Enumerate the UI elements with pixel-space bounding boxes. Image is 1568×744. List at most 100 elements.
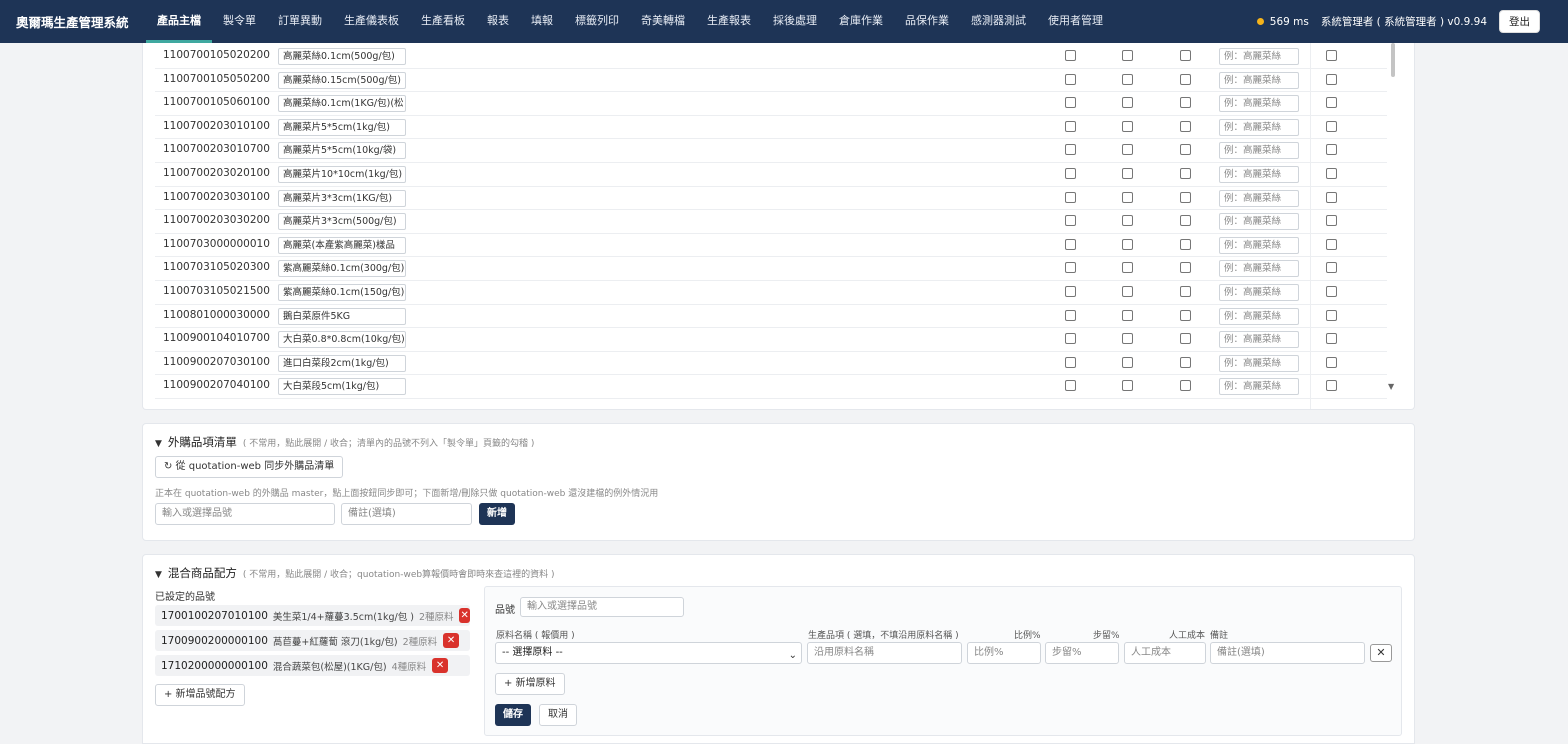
product-name-input[interactable]: 大白菜0.8*0.8cm(10kg/包)	[278, 331, 406, 349]
menu-post-harvest[interactable]: 採後處理	[762, 0, 828, 43]
product-name-input[interactable]: 大白菜段5cm(1kg/包)	[278, 378, 406, 396]
row-checkbox-1[interactable]	[1065, 168, 1076, 179]
row-checkbox-3[interactable]	[1180, 191, 1191, 203]
row-checkbox-3[interactable]	[1180, 215, 1191, 227]
example-name-input[interactable]: 例：高麗菜絲	[1219, 213, 1299, 231]
product-name-input[interactable]: 高麗菜片3*3cm(500g/包)	[278, 213, 406, 231]
external-item-input[interactable]: 輸入或選擇品號	[155, 503, 335, 525]
row-checkbox-1[interactable]	[1065, 50, 1076, 61]
row-checkbox-3[interactable]	[1180, 333, 1191, 345]
row-checkbox-1[interactable]	[1065, 238, 1076, 250]
product-name-input[interactable]: 高麗菜片3*3cm(1KG/包)	[278, 189, 406, 207]
delete-formula-button[interactable]: ✕	[443, 633, 460, 648]
row-checkbox-4[interactable]	[1326, 380, 1337, 392]
scroll-down-icon[interactable]: ▼	[1388, 382, 1394, 391]
product-name-input[interactable]: 高麗菜絲0.1cm(500g/包)	[278, 48, 406, 65]
table-scrollbar[interactable]	[1391, 43, 1395, 77]
row-checkbox-4[interactable]	[1326, 238, 1337, 250]
menu-fill-report[interactable]: 填報	[520, 0, 564, 43]
example-name-input[interactable]: 例：高麗菜絲	[1219, 71, 1299, 89]
product-name-input[interactable]: 鵝白菜原件5KG	[278, 307, 406, 325]
row-checkbox-2[interactable]	[1122, 238, 1133, 250]
row-checkbox-2[interactable]	[1122, 333, 1133, 345]
row-checkbox-1[interactable]	[1065, 191, 1076, 203]
row-checkbox-1[interactable]	[1065, 215, 1076, 227]
external-section-toggle[interactable]: ▼ 外購品項清單 ( 不常用，點此展開 / 收合；清單內的品號不列入「製令單」頁…	[155, 434, 534, 450]
formula-item[interactable]: 1700900200000100 萵苣蔓+紅蘿蔔 滾刀(1kg/包) 2種原料 …	[155, 630, 470, 651]
product-name-input[interactable]: 高麗菜片5*5cm(10kg/袋)	[278, 142, 406, 160]
example-name-input[interactable]: 例：高麗菜絲	[1219, 166, 1299, 183]
row-checkbox-4[interactable]	[1326, 73, 1337, 85]
save-button[interactable]: 儲存	[495, 704, 531, 726]
example-name-input[interactable]: 例：高麗菜絲	[1219, 95, 1299, 113]
remark-input[interactable]: 備註(選填)	[1210, 642, 1365, 664]
row-checkbox-2[interactable]	[1122, 286, 1133, 297]
row-checkbox-2[interactable]	[1122, 50, 1133, 61]
example-name-input[interactable]: 例：高麗菜絲	[1219, 378, 1299, 396]
example-name-input[interactable]: 例：高麗菜絲	[1219, 48, 1299, 65]
formula-item[interactable]: 1710200000000100 混合蔬菜包(松屋)(1KG/包) 4種原料 ✕	[155, 655, 470, 676]
menu-chimei-convert[interactable]: 奇美轉檔	[630, 0, 696, 43]
row-checkbox-2[interactable]	[1122, 120, 1133, 132]
add-material-button[interactable]: + 新增原料	[495, 673, 565, 695]
row-checkbox-4[interactable]	[1326, 97, 1337, 109]
row-checkbox-1[interactable]	[1065, 356, 1076, 368]
product-name-input[interactable]: 高麗菜片5*5cm(1kg/包)	[278, 118, 406, 136]
menu-dashboard[interactable]: 生產儀表板	[333, 0, 410, 43]
external-add-button[interactable]: 新增	[479, 503, 515, 525]
row-checkbox-3[interactable]	[1180, 356, 1191, 368]
row-checkbox-4[interactable]	[1326, 262, 1337, 274]
menu-qa[interactable]: 品保作業	[894, 0, 960, 43]
menu-order-changes[interactable]: 訂單異動	[267, 0, 333, 43]
delete-formula-button[interactable]: ✕	[432, 658, 449, 673]
row-checkbox-3[interactable]	[1180, 262, 1191, 274]
formula-item[interactable]: 1700100207010100 美生菜1/4+蘿蔓3.5cm(1kg/包 ) …	[155, 605, 470, 626]
example-name-input[interactable]: 例：高麗菜絲	[1219, 260, 1299, 278]
row-checkbox-1[interactable]	[1065, 286, 1076, 297]
cancel-button[interactable]: 取消	[539, 704, 577, 726]
row-checkbox-1[interactable]	[1065, 144, 1076, 156]
row-checkbox-4[interactable]	[1326, 333, 1337, 345]
row-checkbox-4[interactable]	[1326, 120, 1337, 132]
example-name-input[interactable]: 例：高麗菜絲	[1219, 354, 1299, 372]
material-select[interactable]: -- 選擇原料 -- ⌄	[495, 642, 802, 664]
product-name-input[interactable]: 高麗菜片10*10cm(1kg/包)	[278, 166, 406, 183]
formula-item-input[interactable]: 輸入或選擇品號	[520, 597, 684, 617]
row-checkbox-1[interactable]	[1065, 380, 1076, 392]
row-checkbox-2[interactable]	[1122, 215, 1133, 227]
example-name-input[interactable]: 例：高麗菜絲	[1219, 284, 1299, 301]
mix-section-toggle[interactable]: ▼ 混合商品配方 ( 不常用，點此展開 / 收合；quotation-web算報…	[155, 565, 555, 581]
product-name-input[interactable]: 進口白菜段2cm(1kg/包)	[278, 354, 406, 372]
row-checkbox-3[interactable]	[1180, 286, 1191, 297]
product-name-input[interactable]: 紫高麗菜絲0.1cm(150g/包)	[278, 284, 406, 301]
production-input[interactable]: 沿用原料名稱	[807, 642, 962, 664]
row-checkbox-2[interactable]	[1122, 144, 1133, 156]
example-name-input[interactable]: 例：高麗菜絲	[1219, 236, 1299, 254]
example-name-input[interactable]: 例：高麗菜絲	[1219, 331, 1299, 349]
row-checkbox-3[interactable]	[1180, 309, 1191, 321]
row-checkbox-2[interactable]	[1122, 97, 1133, 109]
menu-label-print[interactable]: 標籤列印	[564, 0, 630, 43]
product-name-input[interactable]: 高麗菜絲0.15cm(500g/包)	[278, 71, 406, 89]
menu-production-report[interactable]: 生產報表	[696, 0, 762, 43]
row-checkbox-1[interactable]	[1065, 97, 1076, 109]
example-name-input[interactable]: 例：高麗菜絲	[1219, 189, 1299, 207]
row-checkbox-3[interactable]	[1180, 120, 1191, 132]
logout-button[interactable]: 登出	[1499, 10, 1540, 33]
row-checkbox-3[interactable]	[1180, 168, 1191, 179]
row-checkbox-2[interactable]	[1122, 73, 1133, 85]
row-checkbox-1[interactable]	[1065, 262, 1076, 274]
row-checkbox-4[interactable]	[1326, 50, 1337, 61]
menu-reports[interactable]: 報表	[476, 0, 520, 43]
row-checkbox-3[interactable]	[1180, 73, 1191, 85]
row-checkbox-2[interactable]	[1122, 262, 1133, 274]
row-checkbox-2[interactable]	[1122, 309, 1133, 321]
product-name-input[interactable]: 高麗菜絲0.1cm(1KG/包)(松	[278, 95, 406, 113]
row-checkbox-2[interactable]	[1122, 191, 1133, 203]
row-checkbox-4[interactable]	[1326, 286, 1337, 297]
row-checkbox-1[interactable]	[1065, 73, 1076, 85]
menu-user-admin[interactable]: 使用者管理	[1037, 0, 1114, 43]
menu-sensor-test[interactable]: 感測器測試	[960, 0, 1037, 43]
example-name-input[interactable]: 例：高麗菜絲	[1219, 118, 1299, 136]
labor-cost-input[interactable]: 人工成本	[1124, 642, 1206, 664]
